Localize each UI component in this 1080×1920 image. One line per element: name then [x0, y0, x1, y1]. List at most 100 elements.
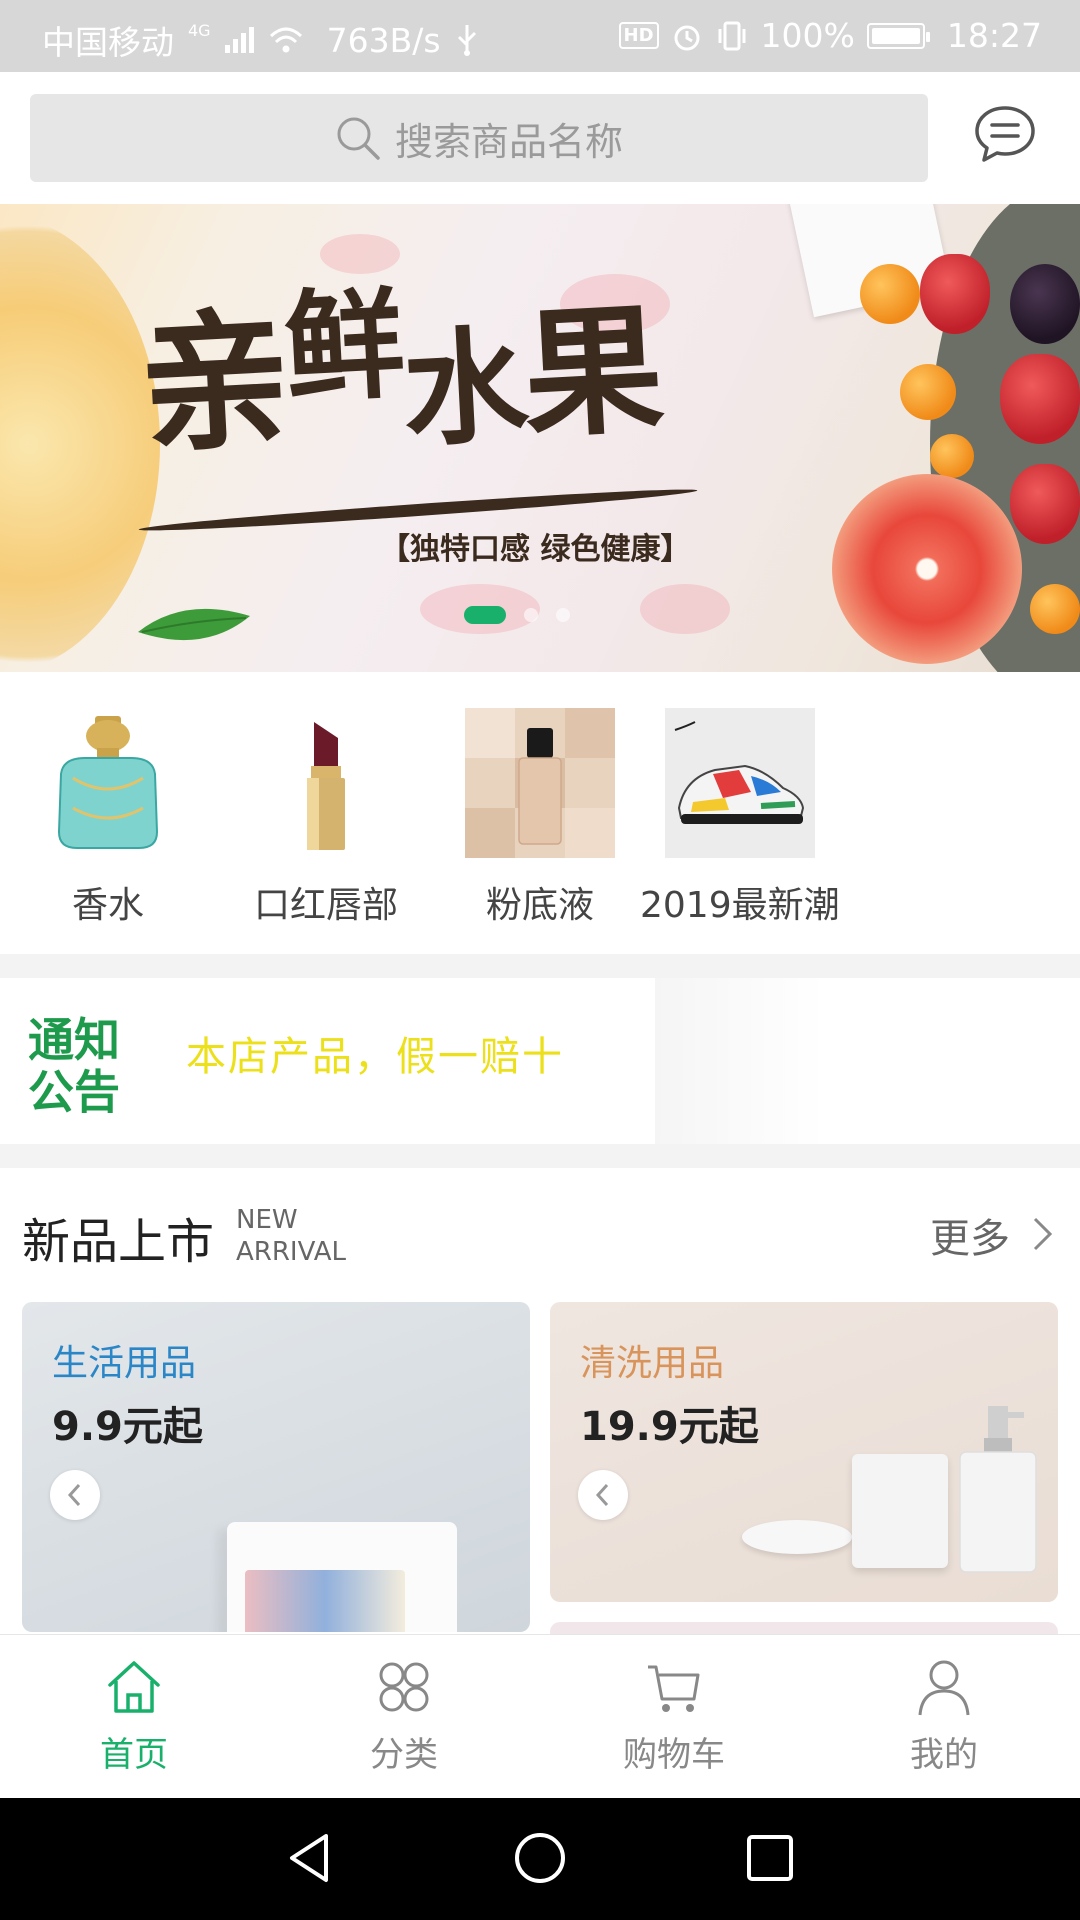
system-nav-bar	[0, 1798, 1080, 1920]
more-link[interactable]: 更多	[930, 1206, 1010, 1264]
usb-icon	[457, 25, 476, 56]
category-perfume[interactable]: 香水	[8, 708, 208, 928]
alarm-icon	[674, 25, 700, 50]
user-icon	[912, 1655, 976, 1719]
battery-percent: 100%	[760, 16, 855, 55]
soap-dispenser-image	[959, 1406, 1037, 1573]
card-price: 19.9元起	[580, 1404, 759, 1450]
petal-decoration	[320, 234, 400, 274]
home-button-icon[interactable]	[510, 1828, 570, 1888]
banner-title-char: 水	[399, 312, 528, 465]
product-card-cleaning[interactable]: 清洗用品 19.9元起	[550, 1302, 1058, 1602]
search-placeholder: 搜索商品名称	[394, 119, 623, 164]
kumquat-graphic	[900, 364, 956, 420]
grapefruit-graphic	[832, 474, 1022, 664]
category-label: 2019最新潮...	[640, 885, 840, 926]
bottom-tab-bar: 首页 分类 购物车 我的	[0, 1634, 1080, 1798]
section-subtitle-line: NEW	[236, 1205, 298, 1235]
foundation-image	[465, 708, 615, 858]
search-icon	[337, 117, 380, 160]
promo-banner[interactable]: 亲鲜水果 【独特口感 绿色健康】	[0, 204, 1080, 672]
hd-badge: HD	[618, 22, 659, 49]
search-input[interactable]: 搜索商品名称	[30, 94, 928, 182]
lipstick-image	[251, 708, 401, 858]
petal-decoration	[640, 584, 730, 634]
tab-label: 首页	[100, 1735, 168, 1775]
banner-subtitle: 【独特口感 绿色健康】	[380, 532, 691, 567]
status-bar: 中国移动 4G 763B/s HD 100% 18:27	[0, 0, 1080, 72]
tab-label: 我的	[910, 1735, 978, 1775]
section-subtitle-line: ARRIVAL	[236, 1237, 346, 1267]
section-divider	[0, 1144, 1080, 1168]
tab-profile[interactable]: 我的	[844, 1655, 1044, 1776]
search-header: 搜索商品名称	[0, 72, 1080, 204]
card-title: 清洗用品	[580, 1343, 725, 1384]
perfume-image	[33, 708, 183, 858]
wifi-icon	[269, 27, 302, 53]
carousel-dot[interactable]	[524, 608, 538, 622]
category-row: 香水 口红唇部 粉底液 2019最新潮	[0, 672, 1080, 954]
carousel-indicator	[464, 606, 570, 624]
network-speed: 763B/s	[326, 20, 441, 60]
strawberry-graphic	[1000, 354, 1080, 444]
tissue-pack-image	[227, 1522, 457, 1632]
notice-background	[655, 978, 1080, 1144]
notice-bar[interactable]: 通知 公告 本店产品，假一赔十	[0, 978, 1080, 1144]
message-icon	[975, 106, 1035, 162]
chevron-right-icon[interactable]	[1032, 1216, 1054, 1252]
tab-label: 分类	[370, 1735, 438, 1775]
strawberry-graphic	[1010, 464, 1080, 544]
chevron-left-icon	[595, 1483, 609, 1507]
network-type: 4G	[188, 20, 211, 40]
clock: 18:27	[946, 16, 1042, 55]
signal-icon	[224, 27, 254, 53]
soap-dish-image	[742, 1520, 852, 1554]
carrier-label: 中国移动	[42, 23, 174, 62]
section-divider	[0, 954, 1080, 978]
tab-cart[interactable]: 购物车	[574, 1655, 774, 1776]
product-card-daily[interactable]: 生活用品 9.9元起	[22, 1302, 530, 1632]
sneaker-image	[665, 708, 815, 858]
category-label: 口红唇部	[253, 885, 398, 926]
category-sneakers[interactable]: 2019最新潮...	[640, 708, 840, 928]
kumquat-graphic	[860, 264, 920, 324]
tab-label: 购物车	[623, 1735, 725, 1775]
notice-logo-line: 公告	[28, 1065, 120, 1119]
prev-arrow-button[interactable]	[50, 1470, 100, 1520]
chevron-left-icon	[67, 1483, 81, 1507]
kumquat-graphic	[930, 434, 974, 478]
banner-title-char: 果	[519, 287, 664, 459]
battery-icon	[866, 22, 930, 49]
tab-home[interactable]: 首页	[34, 1655, 234, 1776]
notice-text: 本店产品，假一赔十	[186, 1034, 564, 1080]
blackberry-graphic	[1010, 264, 1080, 344]
strawberry-graphic	[920, 254, 990, 334]
recents-icon[interactable]	[740, 1828, 800, 1888]
card-title: 生活用品	[52, 1343, 197, 1384]
new-arrival-header: 新品上市 NEW ARRIVAL 更多	[0, 1168, 1080, 1270]
carousel-dot-active[interactable]	[464, 606, 506, 624]
section-title: 新品上市	[22, 1214, 215, 1270]
kumquat-graphic	[1030, 584, 1080, 634]
tab-category[interactable]: 分类	[304, 1655, 504, 1776]
category-icon	[372, 1655, 436, 1719]
home-icon	[102, 1655, 166, 1719]
notice-logo-line: 通知	[28, 1013, 120, 1067]
carousel-dot[interactable]	[556, 608, 570, 622]
banner-title-char: 亲	[135, 291, 291, 475]
category-label: 粉底液	[485, 885, 594, 926]
cup-image	[852, 1454, 948, 1568]
notice-logo: 通知 公告	[28, 1014, 158, 1118]
banner-title-char: 鲜	[280, 273, 405, 420]
banner-title: 亲鲜水果	[136, 273, 664, 474]
category-label: 香水	[71, 885, 144, 926]
cart-icon	[642, 1655, 706, 1719]
category-lipstick[interactable]: 口红唇部	[226, 708, 426, 928]
back-icon[interactable]	[280, 1828, 340, 1888]
category-foundation[interactable]: 粉底液	[440, 708, 640, 928]
vibrate-icon	[718, 21, 746, 50]
leaf-icon	[138, 608, 250, 641]
section-subtitle: NEW ARRIVAL	[236, 1204, 346, 1268]
prev-arrow-button[interactable]	[578, 1470, 628, 1520]
message-button[interactable]	[972, 102, 1038, 168]
